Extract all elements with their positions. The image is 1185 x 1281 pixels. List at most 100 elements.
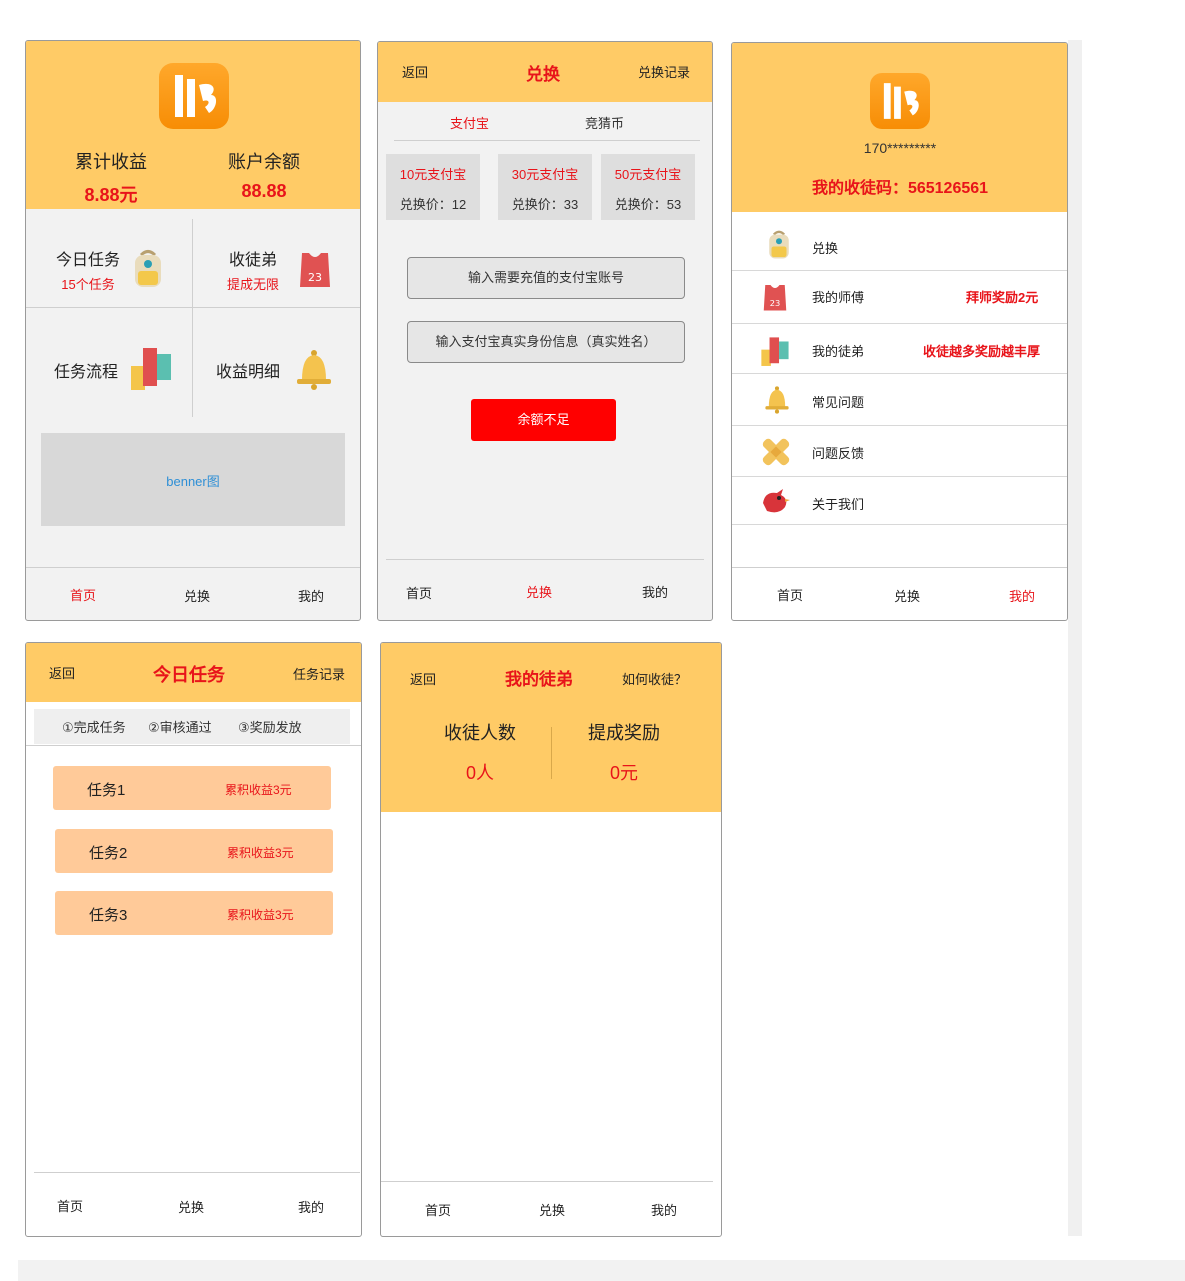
account-balance-value: 88.88 (241, 181, 287, 201)
jersey-icon: 23 (300, 253, 330, 287)
real-name-input[interactable]: 输入支付宝真实身份信息（真实姓名） (407, 321, 685, 363)
menu-item-feedback[interactable]: 问题反馈 (732, 426, 1067, 477)
nav-mine[interactable]: 我的 (642, 582, 668, 601)
earnings-detail-cell[interactable]: 收益明细 (193, 308, 360, 418)
nav-home[interactable]: 首页 (777, 585, 803, 604)
option-title: 50元支付宝 (614, 167, 682, 182)
task-item[interactable]: 任务2 累积收益3元 (55, 829, 333, 873)
bottom-scroll-strip (18, 1260, 1185, 1281)
page-title: 兑换 (526, 65, 560, 84)
menu-label: 我的师傅 (812, 290, 865, 305)
option-price: 兑换价：33 (511, 197, 579, 212)
nav-exchange[interactable]: 兑换 (184, 586, 210, 605)
home-screen: 累计收益 账户余额 8.88元 88.88 今日任务 15个任务 收徒弟 提成无… (25, 40, 361, 621)
nav-home[interactable]: 首页 (70, 585, 96, 604)
nav-divider (381, 1181, 713, 1182)
option-card-30[interactable]: 30元支付宝 兑换价：33 (498, 154, 592, 220)
tab-guess-coin[interactable]: 竞猜币 (585, 113, 624, 132)
how-to-recruit-link[interactable]: 如何收徒？ (622, 669, 687, 688)
nav-mine[interactable]: 我的 (298, 1197, 324, 1216)
back-button[interactable]: 返回 (402, 62, 428, 81)
cell-subtitle: 15个任务 (61, 277, 115, 292)
menu-extra: 收徒越多奖励越丰厚 (923, 344, 1041, 359)
backpack-icon (769, 230, 789, 259)
submit-button[interactable]: 余额不足 (471, 399, 616, 441)
menu-item-faq[interactable]: 常见问题 (732, 374, 1067, 425)
scroll-strip (1068, 40, 1082, 1236)
menu-item-exchange[interactable]: 兑换 (732, 213, 1067, 270)
menu-label: 问题反馈 (812, 446, 865, 461)
exchange-record-link[interactable]: 兑换记录 (638, 62, 690, 81)
banner-image[interactable]: benner图 (41, 433, 345, 526)
total-earnings-label: 累计收益 (75, 152, 147, 172)
cell-title: 收徒弟 (228, 252, 277, 269)
recruit-apprentice-cell[interactable]: 收徒弟 提成无限 23 (193, 209, 360, 307)
menu-item-about[interactable]: 关于我们 (732, 477, 1067, 525)
svg-text:23: 23 (308, 271, 322, 284)
bell-icon (765, 386, 789, 414)
nav-mine[interactable]: 我的 (298, 586, 324, 605)
tab-divider (394, 140, 700, 141)
app-logo (870, 73, 930, 129)
option-card-50[interactable]: 50元支付宝 兑换价：53 (601, 154, 695, 220)
page-title: 今日任务 (153, 665, 225, 685)
nav-exchange[interactable]: 兑换 (526, 582, 552, 601)
user-phone: 170********* (863, 140, 937, 156)
option-price: 兑换价：12 (399, 197, 467, 212)
apprentice-count-label: 收徒人数 (444, 723, 516, 743)
nav-exchange[interactable]: 兑换 (894, 586, 920, 605)
cell-title: 任务流程 (53, 364, 118, 381)
task-reward: 累积收益3元 (227, 846, 294, 860)
steps-divider (26, 745, 361, 746)
today-tasks-cell[interactable]: 今日任务 15个任务 (26, 209, 192, 307)
jersey-icon: 23 (763, 285, 787, 311)
nav-home[interactable]: 首页 (57, 1196, 83, 1215)
menu-label: 我的徒弟 (812, 344, 865, 359)
back-button[interactable]: 返回 (49, 663, 75, 682)
option-title: 10元支付宝 (399, 167, 467, 182)
blocks-icon (131, 348, 171, 390)
nav-exchange[interactable]: 兑换 (178, 1197, 204, 1216)
commission-label: 提成奖励 (588, 723, 660, 743)
option-price: 兑换价：53 (614, 197, 682, 212)
account-balance-label: 账户余额 (228, 152, 300, 172)
menu-divider (732, 524, 1067, 525)
nav-home[interactable]: 首页 (425, 1200, 451, 1219)
task-item[interactable]: 任务3 累积收益3元 (55, 891, 333, 935)
nav-mine[interactable]: 我的 (1009, 586, 1035, 605)
svg-text:23: 23 (770, 298, 781, 308)
backpack-icon (135, 250, 161, 287)
page-title: 我的徒弟 (505, 670, 573, 689)
task-record-link[interactable]: 任务记录 (293, 664, 345, 683)
nav-divider (26, 567, 360, 568)
bird-icon (763, 489, 790, 513)
blocks-icon (761, 337, 789, 366)
menu-label: 常见问题 (812, 395, 865, 410)
invite-code: 我的收徒码：565126561 (811, 180, 989, 197)
task-flow-cell[interactable]: 任务流程 (26, 308, 192, 418)
step-3: ③奖励发放 (238, 720, 302, 735)
task-reward: 累积收益3元 (227, 908, 294, 922)
steps-bar: ①完成任务 ②审核通过 ③奖励发放 (34, 709, 350, 744)
total-earnings-value: 8.88元 (84, 185, 138, 205)
stats-divider (551, 727, 552, 779)
menu-item-my-apprentice[interactable]: 我的徒弟 收徒越多奖励越丰厚 (732, 324, 1067, 374)
task-name: 任务3 (89, 907, 128, 924)
nav-home[interactable]: 首页 (406, 583, 432, 602)
nav-exchange[interactable]: 兑换 (539, 1200, 565, 1219)
alipay-account-input[interactable]: 输入需要充值的支付宝账号 (407, 257, 685, 299)
nav-mine[interactable]: 我的 (651, 1200, 677, 1219)
task-item[interactable]: 任务1 累积收益3元 (53, 766, 331, 810)
tab-alipay[interactable]: 支付宝 (450, 113, 489, 132)
nav-divider (386, 559, 704, 560)
menu-label: 关于我们 (812, 497, 865, 512)
nav-divider (34, 1172, 360, 1173)
commission-value: 0元 (609, 763, 638, 783)
task-name: 任务1 (87, 782, 126, 799)
task-reward: 累积收益3元 (225, 783, 292, 797)
menu-item-my-master[interactable]: 23 我的师傅 拜师奖励2元 (732, 271, 1067, 323)
back-button[interactable]: 返回 (410, 669, 436, 688)
today-tasks-screen: 返回 今日任务 任务记录 ①完成任务 ②审核通过 ③奖励发放 任务1 累积收益3… (25, 642, 362, 1237)
exchange-screen: 返回 兑换 兑换记录 支付宝 竞猜币 10元支付宝 兑换价：12 30元支付宝 … (377, 41, 713, 621)
option-card-10[interactable]: 10元支付宝 兑换价：12 (386, 154, 480, 220)
